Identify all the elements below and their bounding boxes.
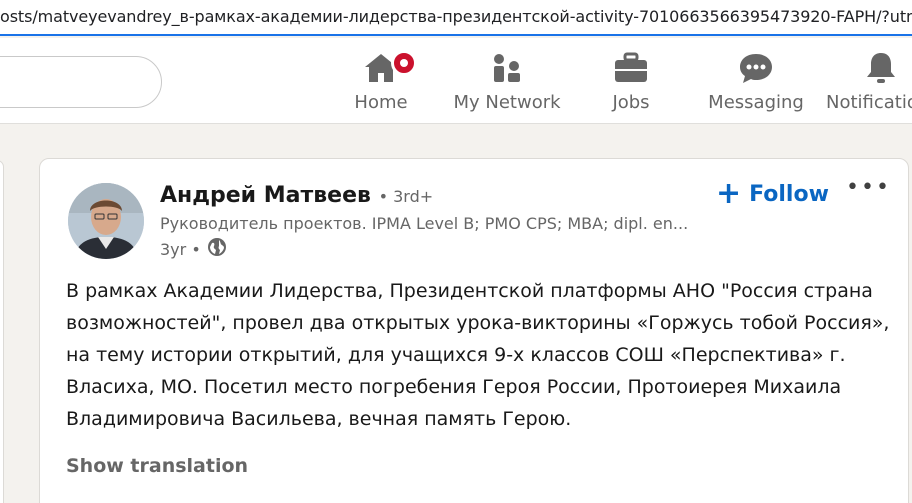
nav-notifications[interactable]: Notifications (826, 48, 912, 113)
nav-jobs[interactable]: Jobs (596, 48, 666, 113)
bell-icon (861, 48, 901, 88)
plus-icon: + (716, 176, 742, 211)
post-body-text: В рамках Академии Лидерства, Президентск… (66, 280, 890, 430)
nav-my-network-label: My Network (453, 92, 561, 113)
nav-messaging[interactable]: Messaging (702, 48, 810, 113)
messaging-icon (736, 48, 776, 88)
show-translation-button[interactable]: Show translation (66, 455, 248, 477)
avatar[interactable] (68, 183, 144, 259)
address-bar[interactable]: osts/matveyevandrey_в-рамках-академии-ли… (0, 0, 912, 36)
nav-messaging-label: Messaging (708, 92, 804, 113)
follow-label: Follow (749, 181, 829, 207)
nav-jobs-label: Jobs (612, 92, 650, 113)
nav-home-label: Home (354, 92, 408, 113)
nav-home[interactable]: Home (345, 48, 417, 113)
author-name-text[interactable]: Андрей Матвеев (160, 183, 371, 208)
nav-my-network[interactable]: My Network (448, 48, 566, 113)
post-card: Андрей Матвеев • 3rd+ Руководитель проек… (39, 158, 909, 503)
post-age: 3yr • (160, 239, 201, 259)
url-text[interactable]: osts/matveyevandrey_в-рамках-академии-ли… (0, 7, 912, 26)
network-icon (487, 48, 527, 88)
more-options-button[interactable]: ••• (846, 175, 889, 209)
globe-icon (207, 237, 227, 261)
briefcase-icon (611, 48, 651, 88)
post-meta: 3yr • (160, 237, 227, 261)
nav-notifications-label: Notifications (826, 92, 912, 113)
global-nav: Home My Network Jobs Messaging Notificat… (0, 38, 912, 124)
sidebar-card (0, 160, 4, 503)
search-input[interactable] (0, 56, 162, 108)
connection-degree: • 3rd+ (378, 187, 434, 206)
notification-badge (391, 50, 417, 76)
author-name[interactable]: Андрей Матвеев • 3rd+ (160, 183, 433, 208)
follow-button[interactable]: + Follow (716, 177, 829, 211)
home-icon (361, 48, 417, 88)
author-headline: Руководитель проектов. IPMA Level B; PMO… (160, 214, 689, 233)
